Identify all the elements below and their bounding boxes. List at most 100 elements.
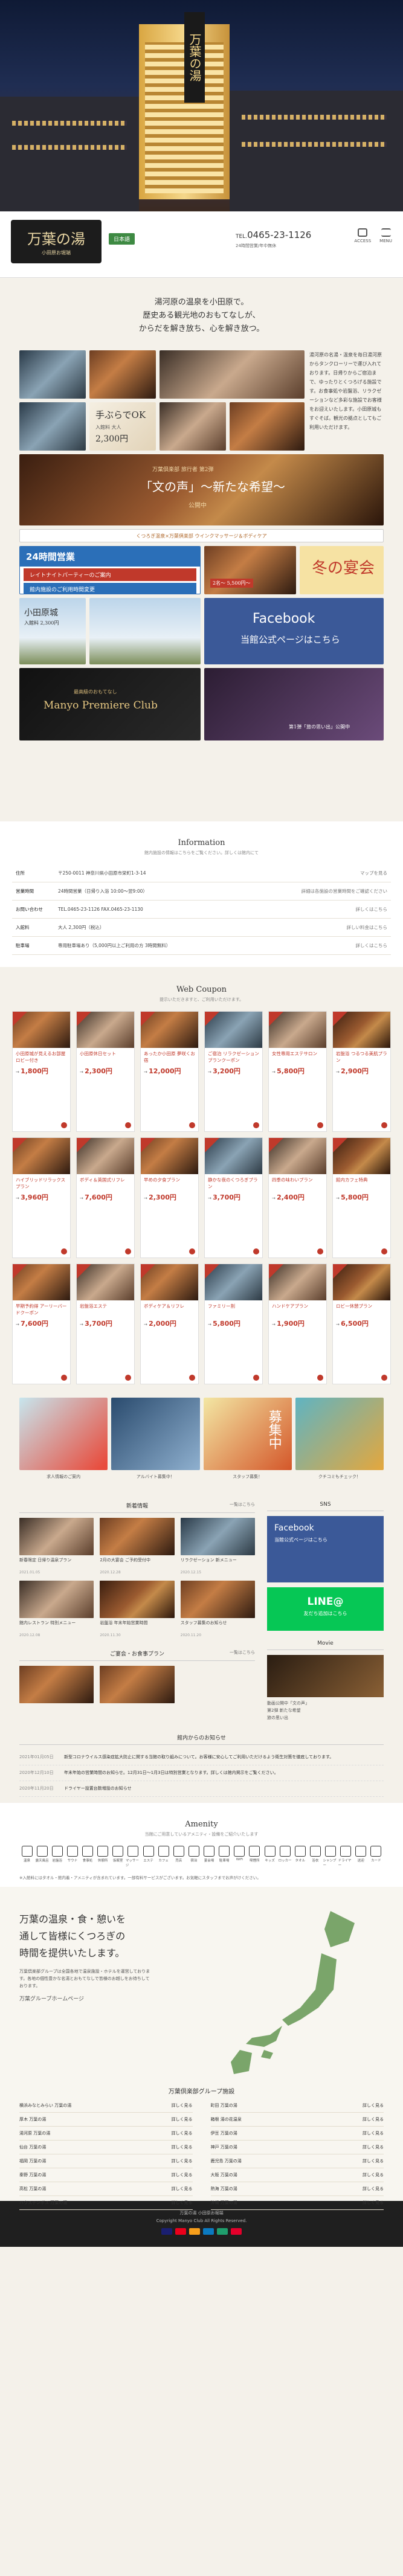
castle-view-photo[interactable]: [89, 598, 201, 664]
access-button[interactable]: ACCESS: [354, 228, 371, 243]
food-photo[interactable]: [89, 350, 156, 399]
hotel-list: 万葉倶楽部グループ施設 横浜みなとみらい 万葉の湯 詳しく見る 町田 万葉の湯 詳しく…: [19, 2086, 384, 2210]
movie-item[interactable]: 第2弾 新たな希望: [267, 1707, 384, 1714]
coupon-card[interactable]: ファミリー割 → 5,800円: [204, 1264, 263, 1384]
spa-photo[interactable]: [19, 402, 86, 451]
24h-banner[interactable]: 24時間営業 レイトナイトパーティーのご案内 館内施設のご利用時間変更: [19, 546, 201, 594]
menu-label: MENU: [379, 239, 392, 243]
hotel-item[interactable]: 箱根 湯の花温泉 詳しく見る: [210, 2113, 384, 2127]
hotel-item[interactable]: 町田 万葉の湯 詳しく見る: [210, 2099, 384, 2113]
coupon-card[interactable]: 女性専用エステサロン → 5,800円: [268, 1011, 327, 1132]
coupon-card[interactable]: 静かな夜のくつろぎプラン → 3,700円: [204, 1137, 263, 1258]
arrow-icon: [61, 1122, 67, 1128]
hotel-item[interactable]: ハウステンボス 万葉の湯 詳しく見る: [19, 2196, 193, 2210]
menu-button[interactable]: MENU: [379, 228, 392, 243]
recruit-label: スタッフ募集！: [233, 1474, 263, 1479]
hotel-item[interactable]: 鹿児島 万葉の湯 詳しく見る: [210, 2154, 384, 2168]
fuyu-banner[interactable]: 2名〜 5,500円〜: [204, 546, 296, 594]
news-card[interactable]: 岩盤浴 年末年始営業時間 2020.11.30: [100, 1581, 175, 1637]
facebook-banner[interactable]: Facebook 当館公式ページはこちら: [204, 598, 384, 664]
recruit-banner[interactable]: 募集中 スタッフ募集！: [203, 1398, 292, 1479]
coupon-card[interactable]: 岩盤浴 つるつる美肌プラン → 2,900円: [332, 1011, 391, 1132]
japan-map: [231, 1911, 355, 2074]
wink-banner[interactable]: くつろぎ温泉×万葉倶楽部 ウインクマッサージ＆ボディケア: [19, 529, 384, 542]
review-banner[interactable]: クチコミもチェック！: [295, 1398, 384, 1479]
language-button[interactable]: 日本語: [109, 233, 135, 245]
sns-line[interactable]: LINE@ 友だち追加はこちら: [267, 1587, 384, 1631]
coupon-price-value: 2,400円: [277, 1193, 305, 1201]
hotel-item[interactable]: 秦野 万葉の湯 詳しく見る: [19, 2168, 193, 2182]
coupon-card[interactable]: ロビー休憩プラン → 6,500円: [332, 1264, 391, 1384]
recruit-banner[interactable]: アルバイト募集中！: [111, 1398, 200, 1479]
news-column: 新着情報 一覧はこちら 新春限定 日帰り温泉プラン 2021.01.05 2月の大宴会…: [19, 1502, 255, 1721]
info-link[interactable]: 詳細は各施設の営業時間をご確認ください: [294, 882, 391, 901]
coupon-card[interactable]: 館内カフェ特典 → 5,800円: [332, 1137, 391, 1258]
coupon-card[interactable]: 四季の味わいプラン → 2,400円: [268, 1137, 327, 1258]
movie-item[interactable]: 旅の思い出: [267, 1714, 384, 1721]
guest-photo[interactable]: [160, 402, 226, 451]
premiere-banner[interactable]: 最高級のおもてなし Manyo Premiere Club: [19, 668, 201, 740]
movie-item[interactable]: 動画公開中「文の声」: [267, 1700, 384, 1707]
coupon-card[interactable]: 小田原休日セット → 2,300円: [76, 1011, 135, 1132]
movie-thumb[interactable]: [267, 1655, 384, 1697]
amenity-label: マッサージ: [125, 1859, 139, 1868]
hotel-item[interactable]: 横浜みなとみらい 万葉の湯 詳しく見る: [19, 2099, 193, 2113]
coupon-card[interactable]: 岩盤浴エステ → 3,700円: [76, 1264, 135, 1384]
news-card[interactable]: スタッフ募集のお知らせ 2020.11.20: [180, 1581, 255, 1637]
stage-banner[interactable]: 万葉倶楽部 旅行者 第2弾 「文の声」〜新たな希望〜 公開中: [19, 454, 384, 525]
sns-line-sub: 友だち追加はこちら: [303, 1611, 347, 1616]
coupon-card[interactable]: あったか小田原 夢咲くお宿 → 12,000円: [140, 1011, 199, 1132]
relax-photo[interactable]: [160, 350, 305, 399]
hotel-item[interactable]: 湯河原 万葉の湯 詳しく見る: [19, 2127, 193, 2141]
fuyu-title-banner[interactable]: 冬の宴会: [300, 546, 384, 594]
hotel-item[interactable]: 仙台 万葉の湯 詳しく見る: [19, 2141, 193, 2154]
hotel-item[interactable]: 熱海 万葉の湯 詳しく見る: [210, 2182, 384, 2196]
pickup-more-link[interactable]: 一覧はこちら: [230, 1649, 255, 1656]
premiere-movie-banner[interactable]: 第1弾「旅の思い出」公開中: [204, 668, 384, 740]
amenity-item: 売店: [171, 1846, 186, 1868]
intro: 湯河原の温泉を小田原で。 歴史ある観光地のおもてなしが、 からだを解き放ち、心を…: [0, 278, 403, 350]
hotel-item[interactable]: 神戸 万葉の湯 詳しく見る: [210, 2141, 384, 2154]
sns-facebook[interactable]: Facebook 当館公式ページはこちら: [267, 1516, 384, 1582]
pickup-card[interactable]: [100, 1666, 175, 1703]
news-card[interactable]: 2月の大宴会 ご予約受付中 2020.12.28: [100, 1518, 175, 1575]
news-more-link[interactable]: 一覧はこちら: [230, 1502, 255, 1508]
group-lead-line: 通して皆様にくつろぎの: [19, 1930, 126, 1942]
news-card[interactable]: 館内レストラン 特別メニュー 2020.12.08: [19, 1581, 94, 1637]
tel-number[interactable]: TEL.0465-23-1126: [236, 230, 311, 240]
coupon-card[interactable]: ハイブリッドリラックスプラン → 3,960円: [12, 1137, 71, 1258]
info-link[interactable]: マップを見る: [294, 864, 391, 882]
hotel-item[interactable]: 大阪 万葉の湯 詳しく見る: [210, 2168, 384, 2182]
bath-photo[interactable]: [19, 350, 86, 399]
coupon-card[interactable]: 早めの夕食プラン → 2,300円: [140, 1137, 199, 1258]
news-card[interactable]: 新春限定 日帰り温泉プラン 2021.01.05: [19, 1518, 94, 1575]
tebura-banner[interactable]: 手ぶらでOK 入館料 大人 2,300円: [89, 402, 156, 451]
hotel-item[interactable]: 伊豆 万葉の湯 詳しく見る: [210, 2127, 384, 2141]
amenity-label: 休憩所: [97, 1859, 108, 1863]
info-link[interactable]: 詳しい料金はこちら: [294, 918, 391, 937]
hotel-item[interactable]: 高松 万葉の湯 詳しく見る: [19, 2182, 193, 2196]
coupon-card[interactable]: ハンドケアプラン → 1,900円: [268, 1264, 327, 1384]
notice-row[interactable]: 2020年11月20日 ドライヤー設置台数増設のお知らせ: [19, 1781, 384, 1797]
info-link[interactable]: 詳しくはこちら: [294, 936, 391, 955]
hotel-item[interactable]: 沖縄 万葉の湯 詳しく見る: [210, 2196, 384, 2210]
pickup-card[interactable]: [19, 1666, 94, 1703]
coupon-card[interactable]: 早期予約得 アーリーバードクーポン → 7,600円: [12, 1264, 71, 1384]
castle-photo[interactable]: 小田原城 入館料 2,300円: [19, 598, 86, 664]
amenity-label: カフェ: [158, 1859, 169, 1863]
news-card[interactable]: リラクゼーション 新メニュー 2020.12.15: [180, 1518, 255, 1575]
hotel-item[interactable]: 厚木 万葉の湯 詳しく見る: [19, 2113, 193, 2127]
logo[interactable]: 万葉の湯 小田原お堀端: [11, 220, 102, 263]
notice-row[interactable]: 2020年12月10日 年末年始の営業時間のお知らせ。12月31日〜1月3日は特別…: [19, 1765, 384, 1781]
notice-row[interactable]: 2021年01月05日 新型コロナウイルス感染症拡大防止に関する当館の取り組みにつ…: [19, 1750, 384, 1765]
coupon-card[interactable]: ボディ＆英国式リフレ → 7,600円: [76, 1137, 135, 1258]
recruit-banner[interactable]: 求人情報のご案内: [19, 1398, 108, 1479]
coupon-card[interactable]: 小田原城が見えるお部屋ロビー付き → 1,800円: [12, 1011, 71, 1132]
dining-photo[interactable]: [230, 402, 305, 451]
coupon-card[interactable]: ボディケア＆リフレ → 2,000円: [140, 1264, 199, 1384]
amenity-label: 宿泊: [190, 1859, 198, 1863]
info-link[interactable]: 詳しくはこちら: [294, 900, 391, 919]
coupon-card[interactable]: ご宿泊 リラクゼーションプランクーポン → 3,200円: [204, 1011, 263, 1132]
hotel-item[interactable]: 福岡 万葉の湯 詳しく見る: [19, 2154, 193, 2168]
recruit-label: クチコミもチェック！: [318, 1474, 361, 1479]
